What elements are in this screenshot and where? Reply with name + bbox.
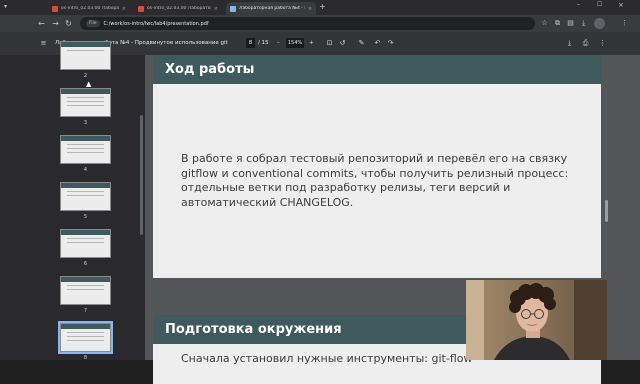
fit-page-icon[interactable]: ⊡ (325, 39, 334, 48)
url-text: C:/work/os-intro/lwc/lab4/presentation.p… (103, 20, 209, 27)
pdf-favicon-icon (230, 5, 236, 12)
thumbnail-page[interactable] (60, 229, 111, 258)
tab-label: Лабораторная работа №4 - П (239, 6, 305, 11)
page-total: / 15 (258, 40, 269, 46)
page-number-input[interactable]: 8 (246, 38, 255, 48)
thumbnail-label: 8 (83, 355, 88, 361)
thumbnail-label: 6 (83, 261, 88, 267)
new-tab-icon[interactable]: + (318, 2, 327, 12)
zoom-out-button[interactable]: – (277, 40, 280, 46)
video-favicon-icon (138, 5, 144, 12)
thumbnail-label: 3 (83, 120, 88, 126)
redo-icon[interactable]: ↷ (386, 39, 395, 48)
slide-heading: Ход работы (165, 62, 255, 77)
tab-list-icon[interactable]: ▾ (4, 3, 12, 12)
webcam-person-image (466, 280, 607, 360)
close-window-icon[interactable]: × (618, 1, 628, 9)
webcam-overlay (466, 280, 607, 360)
sidebar-scrollbar[interactable] (140, 115, 143, 235)
download-icon[interactable]: ⤓ (565, 39, 574, 48)
slide-paragraph: В работе я собрал тестовый репозиторий и… (181, 152, 569, 209)
browser-navigation-bar: ← → ↻ File C:/work/os-intro/lwc/lab4/pre… (0, 15, 640, 32)
slide-page: Ход работы В работе я собрал тестовый ре… (153, 55, 601, 278)
tab-label: os-intro_02.03.00 Лабораторная р (147, 6, 211, 11)
thumbnail-page[interactable] (60, 41, 111, 70)
close-tab-icon[interactable]: × (214, 6, 218, 12)
thumbnail-sidebar: 2 3 4 5 6 7 8 ▲ (0, 41, 145, 361)
thumbnail-page[interactable] (60, 135, 111, 164)
browser-tab-3[interactable]: Лабораторная работа №4 - П × (226, 2, 316, 15)
cursor-icon: ▲ (86, 80, 92, 88)
thumbnail-label: 5 (83, 214, 88, 220)
bookmark-star-icon[interactable]: ☆ (540, 19, 549, 28)
video-favicon-icon (52, 5, 58, 12)
thumbnail-label: 2 (83, 73, 88, 79)
more-options-icon[interactable]: ⋮ (598, 39, 607, 48)
thumbnail-label: 4 (83, 167, 88, 173)
browser-tab-2[interactable]: os-intro_02.03.00 Лабораторная р × (134, 2, 222, 15)
undo-icon[interactable]: ↶ (373, 39, 382, 48)
close-tab-icon[interactable]: × (122, 6, 126, 12)
maximize-window-icon[interactable]: ☐ (597, 1, 607, 8)
close-tab-icon[interactable]: × (308, 6, 312, 12)
arrow-left-icon[interactable]: ← (37, 19, 46, 28)
thumbnail-page[interactable] (60, 276, 111, 305)
annotate-pen-icon[interactable]: ✎ (357, 39, 366, 48)
thumbnail-page[interactable] (60, 88, 111, 117)
downloads-icon[interactable]: ⤓ (579, 19, 588, 28)
print-icon[interactable]: ⎙ (581, 39, 590, 48)
thumbnail-label: 7 (83, 308, 88, 314)
arrow-right-icon[interactable]: → (51, 19, 60, 28)
reload-icon[interactable]: ↻ (64, 19, 73, 28)
thumbnail-page[interactable] (60, 182, 111, 211)
zoom-in-button[interactable]: + (309, 40, 314, 46)
slide-heading-bar: Ход работы (153, 55, 601, 84)
browser-tab-strip: ▾ os-intro_02.03.00 Лабораторная р × os-… (0, 0, 640, 15)
rotate-icon[interactable]: ↺ (338, 39, 347, 48)
more-menu-icon[interactable]: ⋮ (620, 19, 629, 28)
slide-heading: Подготовка окружения (165, 322, 342, 337)
thumbnail-page-selected[interactable] (58, 321, 113, 354)
address-bar[interactable]: File C:/work/os-intro/lwc/lab4/presentat… (80, 17, 535, 30)
extensions-icon[interactable]: ⧉ (553, 19, 562, 28)
tab-label: os-intro_02.03.00 Лабораторная р (61, 6, 119, 11)
slide-body: В работе я собрал тестовый репозиторий и… (153, 84, 601, 278)
profile-avatar-icon[interactable] (594, 18, 605, 29)
split-view-icon[interactable]: ▤ (566, 19, 575, 28)
hamburger-icon[interactable]: ≡ (39, 39, 48, 48)
file-scheme-chip[interactable]: File (86, 20, 100, 27)
zoom-level-input[interactable]: 154% (286, 38, 304, 48)
viewer-scrollbar[interactable] (605, 200, 608, 222)
minimize-window-icon[interactable]: – (577, 1, 587, 8)
browser-tab-1[interactable]: os-intro_02.03.00 Лабораторная р × (48, 2, 130, 15)
